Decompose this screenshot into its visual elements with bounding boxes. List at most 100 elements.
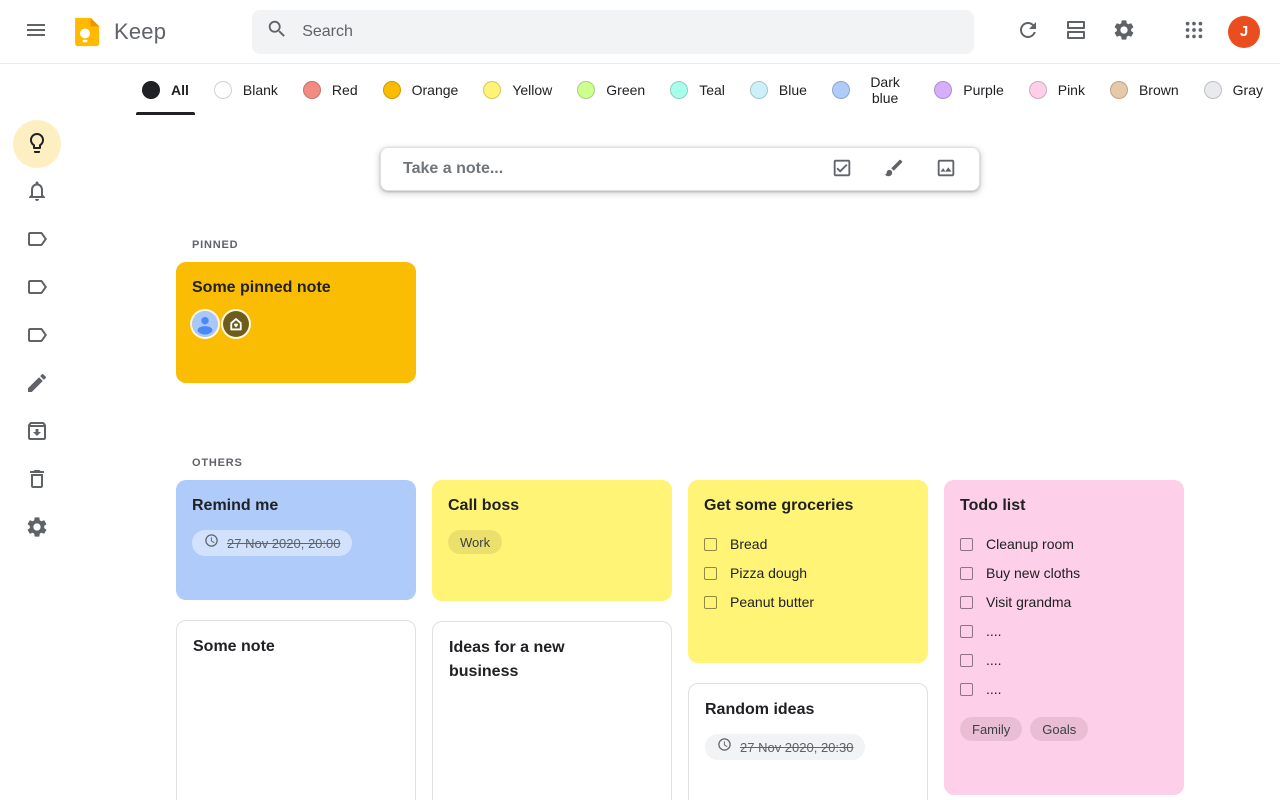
checklist-item-label: Cleanup room	[986, 536, 1074, 552]
top-bar-actions: J	[1004, 8, 1270, 56]
filter-chip-yellow[interactable]: Yellow	[475, 64, 560, 115]
sidebar	[13, 120, 61, 552]
note-remind-me[interactable]: Remind me 27 Nov 2020, 20:00	[176, 480, 416, 600]
person-avatar[interactable]	[192, 311, 218, 337]
reminder-text: 27 Nov 2020, 20:30	[740, 740, 853, 755]
chip-label: All	[171, 82, 189, 98]
take-a-note-input[interactable]	[403, 160, 801, 178]
checkbox[interactable]	[960, 596, 973, 609]
label-icon	[25, 323, 49, 350]
filter-chip-blue[interactable]: Blue	[742, 64, 815, 115]
note-composer	[380, 147, 980, 191]
filter-chip-orange[interactable]: Orange	[375, 64, 467, 115]
chip-label: Blue	[779, 82, 807, 98]
chip-label: Orange	[412, 82, 459, 98]
sidebar-item-edit-labels[interactable]	[13, 360, 61, 408]
note-get-some-groceries[interactable]: Get some groceries Bread Pizza dough Pea…	[688, 480, 928, 663]
color-dot	[303, 81, 321, 99]
filter-chip-teal[interactable]: Teal	[662, 64, 733, 115]
account-avatar[interactable]: J	[1228, 16, 1260, 48]
filter-chip-red[interactable]: Red	[295, 64, 366, 115]
sidebar-item-label-1[interactable]	[13, 216, 61, 264]
color-dot	[832, 81, 850, 99]
family-avatar[interactable]	[223, 311, 249, 337]
chip-label: Green	[606, 82, 645, 98]
color-dot	[383, 81, 401, 99]
checkbox[interactable]	[704, 567, 717, 580]
search-input[interactable]	[302, 23, 960, 41]
filter-chip-gray[interactable]: Gray	[1196, 64, 1271, 115]
filter-chip-pink[interactable]: Pink	[1021, 64, 1093, 115]
refresh-icon	[1016, 18, 1040, 45]
checkbox[interactable]	[960, 654, 973, 667]
checklist-item: Cleanup room	[960, 533, 1168, 555]
label-chip-work[interactable]: Work	[448, 530, 502, 554]
top-bar: Keep	[0, 0, 1280, 64]
checklist-item-label: Peanut butter	[730, 594, 814, 610]
sidebar-item-trash[interactable]	[13, 456, 61, 504]
settings-button[interactable]	[1100, 8, 1148, 56]
checkbox[interactable]	[704, 596, 717, 609]
note-call-boss[interactable]: Call boss Work	[432, 480, 672, 601]
google-apps-button[interactable]	[1170, 8, 1218, 56]
sidebar-item-reminders[interactable]	[13, 168, 61, 216]
reminder-badge[interactable]: 27 Nov 2020, 20:00	[192, 530, 352, 556]
trash-icon	[25, 467, 49, 494]
checkbox[interactable]	[960, 683, 973, 696]
checkbox[interactable]	[960, 625, 973, 638]
color-dot	[1029, 81, 1047, 99]
sidebar-item-notes[interactable]	[13, 120, 61, 168]
checklist-item: Bread	[704, 533, 912, 555]
color-dot	[1110, 81, 1128, 99]
checkbox[interactable]	[960, 567, 973, 580]
note-some-note[interactable]: Some note	[176, 620, 416, 800]
chip-label: Pink	[1058, 82, 1085, 98]
new-image-note-button[interactable]	[935, 157, 957, 182]
sidebar-item-label-3[interactable]	[13, 312, 61, 360]
note-ideas-business[interactable]: Ideas for a new business	[432, 621, 672, 800]
note-random-ideas[interactable]: Random ideas 27 Nov 2020, 20:30	[688, 683, 928, 800]
note-title: Ideas for a new business	[449, 636, 609, 684]
checklist-item: ....	[960, 620, 1168, 642]
filter-chip-brown[interactable]: Brown	[1102, 64, 1187, 115]
new-checklist-button[interactable]	[831, 157, 853, 182]
note-labels: Family Goals	[960, 717, 1168, 741]
settings-icon	[1112, 18, 1136, 45]
sidebar-item-settings[interactable]	[13, 504, 61, 552]
note-title: Some note	[193, 635, 399, 659]
sidebar-item-archive[interactable]	[13, 408, 61, 456]
checklist-item-label: Buy new cloths	[986, 565, 1080, 581]
list-view-icon	[1064, 18, 1088, 45]
archive-icon	[25, 419, 49, 446]
note-some-pinned-note[interactable]: Some pinned note	[176, 262, 416, 383]
others-section-label: OTHERS	[192, 457, 243, 469]
label-chip-family[interactable]: Family	[960, 717, 1022, 741]
refresh-button[interactable]	[1004, 8, 1052, 56]
main-menu-button[interactable]	[12, 8, 60, 56]
filter-chip-green[interactable]: Green	[569, 64, 653, 115]
list-view-toggle-button[interactable]	[1052, 8, 1100, 56]
pencil-icon	[25, 371, 49, 398]
note-title: Some pinned note	[192, 276, 400, 300]
checkbox[interactable]	[704, 538, 717, 551]
chip-label: Dark blue	[861, 74, 909, 106]
filter-chip-dark-blue[interactable]: Dark blue	[824, 64, 917, 115]
collaborator-avatars	[192, 311, 400, 337]
sidebar-item-label-2[interactable]	[13, 264, 61, 312]
page-title: Keep	[114, 19, 166, 45]
label-chip-goals[interactable]: Goals	[1030, 717, 1088, 741]
color-dot	[670, 81, 688, 99]
menu-icon	[24, 18, 48, 45]
chip-label: Purple	[963, 82, 1003, 98]
color-dot	[214, 81, 232, 99]
reminder-text: 27 Nov 2020, 20:00	[227, 536, 340, 551]
chip-label: Brown	[1139, 82, 1179, 98]
checkbox[interactable]	[960, 538, 973, 551]
checkbox-icon	[831, 157, 853, 182]
note-todo-list[interactable]: Todo list Cleanup room Buy new cloths Vi…	[944, 480, 1184, 795]
filter-chip-all[interactable]: All	[134, 64, 197, 115]
reminder-badge[interactable]: 27 Nov 2020, 20:30	[705, 734, 865, 760]
filter-chip-blank[interactable]: Blank	[206, 64, 286, 115]
new-drawing-button[interactable]	[883, 157, 905, 182]
filter-chip-purple[interactable]: Purple	[926, 64, 1011, 115]
